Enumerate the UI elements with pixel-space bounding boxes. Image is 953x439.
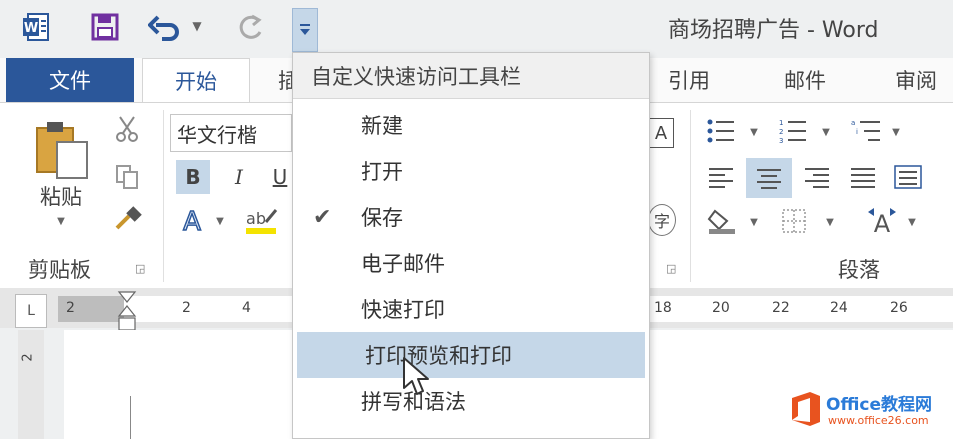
ruler-tick-label: 22 <box>772 300 790 316</box>
svg-text:i: i <box>856 128 858 136</box>
watermark-brand: Office教程网 <box>826 395 933 415</box>
distributed-align-icon[interactable] <box>890 160 926 194</box>
multilevel-dropdown-icon[interactable]: ▼ <box>890 124 902 140</box>
menu-item-label: 新建 <box>361 114 403 138</box>
tab-references[interactable]: 引用 <box>668 58 710 102</box>
paste-label[interactable]: 粘贴 <box>30 182 92 210</box>
bullets-icon[interactable] <box>704 114 738 148</box>
svg-text:A: A <box>183 207 201 236</box>
office-logo-icon <box>788 390 824 428</box>
numbering-dropdown-icon[interactable]: ▼ <box>820 124 832 140</box>
vertical-ruler[interactable] <box>18 330 44 439</box>
menu-item-save[interactable]: ✔ 保存 <box>293 194 649 240</box>
customize-quick-access-menu: 自定义快速访问工具栏 新建 打开 ✔ 保存 电子邮件 快速打印 打印预览和打印 拼… <box>292 52 650 439</box>
paragraph-group-label: 段落 <box>838 258 880 282</box>
text-effects-icon[interactable]: A <box>174 204 212 238</box>
clipboard-group-label: 剪贴板 <box>28 258 91 282</box>
ruler-tick-label: 26 <box>890 300 908 316</box>
enclose-char-icon[interactable]: 字 <box>648 204 676 236</box>
align-center-icon[interactable] <box>746 158 792 198</box>
italic-button[interactable]: I <box>222 160 256 194</box>
svg-text:A: A <box>874 210 891 238</box>
menu-item-spelling-grammar[interactable]: 拼写和语法 <box>293 378 649 424</box>
ruler-tick-label: 20 <box>712 300 730 316</box>
align-right-icon[interactable] <box>800 160 834 194</box>
clear-format-icon[interactable]: A <box>648 118 674 148</box>
menu-item-label: 快速打印 <box>361 298 445 322</box>
bullets-dropdown-icon[interactable]: ▼ <box>748 124 760 140</box>
tab-selector-icon[interactable]: L <box>15 294 47 328</box>
menu-item-print-preview[interactable]: 打印预览和打印 <box>297 332 645 378</box>
highlight-color-icon[interactable]: ab <box>240 202 284 240</box>
window-title: 商场招聘广告 - Word <box>668 18 879 43</box>
svg-text:a: a <box>851 119 855 127</box>
numbering-icon[interactable]: 123 <box>776 114 810 148</box>
ruler-tick-label: 2 <box>66 300 75 316</box>
paste-icon[interactable] <box>30 118 92 180</box>
save-icon[interactable] <box>90 12 120 42</box>
align-left-icon[interactable] <box>704 160 738 194</box>
menu-item-label: 打印预览和打印 <box>365 344 512 368</box>
checkmark-icon: ✔ <box>313 204 332 230</box>
title-bar: W ▼ 商场招聘广告 - Word <box>0 0 953 58</box>
group-divider <box>690 110 691 282</box>
clipboard-launcher-icon[interactable]: ◲ <box>135 262 145 275</box>
underline-button[interactable]: U <box>268 160 292 194</box>
mouse-cursor-icon <box>402 356 432 400</box>
bold-button[interactable]: B <box>176 160 210 194</box>
redo-icon[interactable] <box>234 10 268 44</box>
shading-icon[interactable] <box>704 204 740 238</box>
vertical-ruler-label: 2 <box>20 353 36 362</box>
tab-file[interactable]: 文件 <box>6 58 134 102</box>
ruler-tick-label: 18 <box>654 300 672 316</box>
ruler-tick-label: 24 <box>830 300 848 316</box>
tab-review[interactable]: 审阅 <box>895 58 937 102</box>
borders-icon[interactable] <box>776 204 812 238</box>
svg-text:ab: ab <box>246 209 266 228</box>
character-scaling-dropdown-icon[interactable]: ▼ <box>906 214 918 230</box>
menu-item-label: 电子邮件 <box>361 252 445 276</box>
font-launcher-icon[interactable]: ◲ <box>666 262 676 275</box>
svg-text:2: 2 <box>779 128 783 136</box>
borders-dropdown-icon[interactable]: ▼ <box>824 214 836 230</box>
svg-text:W: W <box>24 21 38 36</box>
format-painter-icon[interactable] <box>110 204 146 234</box>
svg-text:3: 3 <box>779 137 783 144</box>
tab-mailings[interactable]: 邮件 <box>784 58 826 102</box>
svg-text:1: 1 <box>779 119 783 127</box>
ruler-tick-label: 4 <box>242 300 251 316</box>
menu-item-email[interactable]: 电子邮件 <box>293 240 649 286</box>
watermark: Office教程网 www.office26.com <box>788 384 950 434</box>
justify-icon[interactable] <box>846 160 880 194</box>
customize-toolbar-icon[interactable] <box>292 8 318 52</box>
undo-dropdown-icon[interactable]: ▼ <box>190 16 204 36</box>
paste-dropdown-icon[interactable]: ▼ <box>54 214 68 228</box>
menu-item-new[interactable]: 新建 <box>293 102 649 148</box>
watermark-url: www.office26.com <box>828 414 929 427</box>
character-scaling-icon[interactable]: A <box>862 202 902 240</box>
margin-guide <box>130 396 131 439</box>
copy-icon[interactable] <box>110 162 144 192</box>
shading-dropdown-icon[interactable]: ▼ <box>748 214 760 230</box>
menu-item-quick-print[interactable]: 快速打印 <box>293 286 649 332</box>
word-logo-icon[interactable]: W <box>22 12 50 42</box>
ruler-tick-label: 2 <box>182 300 191 316</box>
group-divider <box>163 110 164 282</box>
menu-item-label: 保存 <box>361 206 403 230</box>
cut-icon[interactable] <box>110 114 144 144</box>
undo-icon[interactable] <box>148 12 182 42</box>
font-name-box[interactable]: 华文行楷 <box>170 114 292 152</box>
multilevel-list-icon[interactable]: ai <box>848 114 884 148</box>
menu-header: 自定义快速访问工具栏 <box>293 53 649 99</box>
tab-home[interactable]: 开始 <box>142 58 250 102</box>
text-effects-dropdown-icon[interactable]: ▼ <box>214 212 226 230</box>
menu-item-label: 打开 <box>361 160 403 184</box>
menu-item-open[interactable]: 打开 <box>293 148 649 194</box>
